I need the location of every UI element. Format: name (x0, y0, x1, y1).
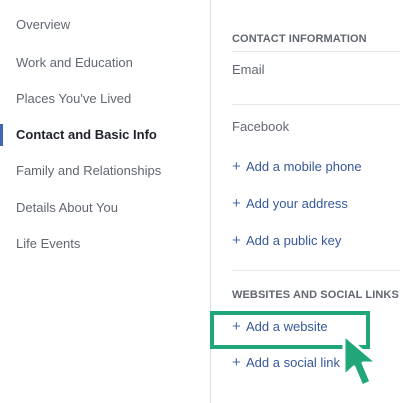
email-label: Email (232, 62, 265, 77)
sidebar-item-life-events[interactable]: Life Events (0, 232, 210, 256)
plus-icon: + (232, 195, 241, 212)
add-address-label: Add your address (246, 196, 348, 211)
add-public-key-link[interactable]: + Add a public key (232, 232, 341, 250)
sidebar-item-family-relationships[interactable]: Family and Relationships (0, 159, 210, 183)
add-address-link[interactable]: + Add your address (232, 195, 348, 213)
sidebar-item-places-lived[interactable]: Places You've Lived (0, 87, 210, 111)
divider (232, 51, 400, 52)
add-website-link[interactable]: + Add a website (232, 318, 328, 336)
add-social-link-link[interactable]: + Add a social link (232, 354, 340, 372)
plus-icon: + (232, 232, 241, 249)
add-website-label: Add a website (246, 319, 328, 334)
add-mobile-phone-label: Add a mobile phone (246, 159, 362, 174)
sidebar-item-label: Contact and Basic Info (16, 127, 157, 142)
sidebar-item-work-and-education[interactable]: Work and Education (0, 51, 210, 75)
divider (232, 270, 400, 271)
active-indicator (0, 124, 3, 146)
plus-icon: + (232, 354, 241, 371)
contact-panel: CONTACT INFORMATION Email Facebook + Add … (211, 0, 400, 403)
sidebar-item-overview[interactable]: Overview (0, 13, 210, 37)
sidebar-nav: Overview Work and Education Places You'v… (0, 0, 211, 403)
contact-information-heading: CONTACT INFORMATION (232, 33, 367, 45)
add-social-link-label: Add a social link (246, 355, 340, 370)
divider (232, 104, 400, 105)
websites-social-links-heading: WEBSITES AND SOCIAL LINKS (232, 289, 399, 301)
facebook-label: Facebook (232, 119, 290, 134)
add-mobile-phone-link[interactable]: + Add a mobile phone (232, 158, 362, 176)
plus-icon: + (232, 318, 241, 335)
plus-icon: + (232, 158, 241, 175)
sidebar-item-contact-basic-info[interactable]: Contact and Basic Info (0, 123, 210, 147)
sidebar-item-details-about-you[interactable]: Details About You (0, 196, 210, 220)
add-public-key-label: Add a public key (246, 233, 342, 248)
